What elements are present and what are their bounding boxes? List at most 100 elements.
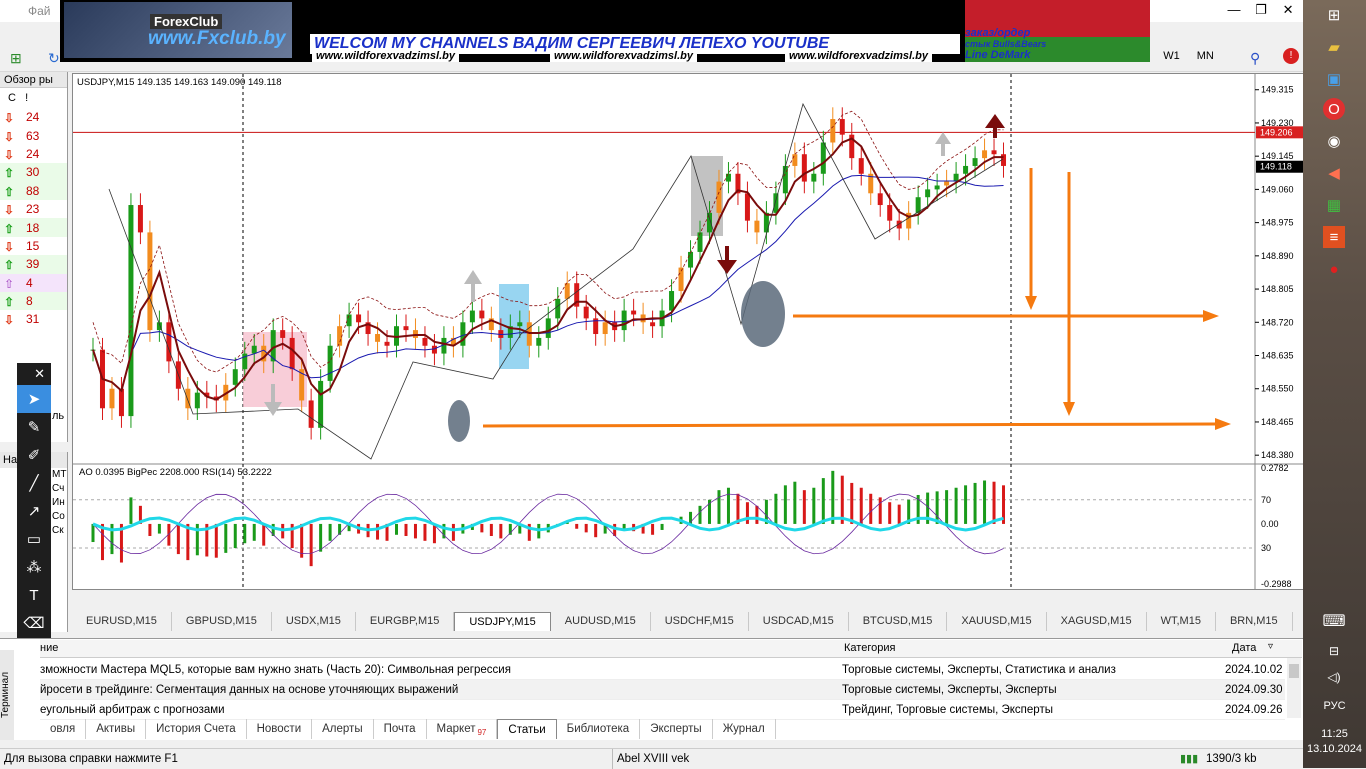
arrow-down-icon: ⇩ (4, 239, 15, 254)
scrollbar-thumb[interactable] (1289, 664, 1299, 678)
taskbar-lang[interactable]: РУС (1303, 700, 1366, 712)
chrome-icon[interactable]: ◉ (1323, 130, 1345, 152)
keyboard-icon[interactable]: ⌨ (1322, 610, 1345, 632)
taskbar-date[interactable]: 13.10.2024 (1303, 743, 1366, 755)
market-watch-row[interactable]: ⇧ 18 (0, 218, 67, 237)
market-watch-row[interactable]: ⇩ 23 (0, 200, 67, 218)
candle-body (631, 310, 637, 315)
ray-icon[interactable]: ↗ (17, 497, 51, 525)
candle-body (650, 322, 656, 327)
text-icon[interactable]: T (17, 581, 51, 609)
symbol-tab[interactable]: GBPUSD,M15 (172, 612, 272, 631)
market-watch-row[interactable]: ⇧ 8 (0, 291, 67, 311)
market-watch-row[interactable]: ⇩ 31 (0, 310, 67, 328)
taskbar-time[interactable]: 11:25 (1303, 728, 1366, 740)
candle-body (982, 150, 988, 159)
record-icon[interactable]: ● (1323, 258, 1345, 280)
notification-icon[interactable]: ! (1283, 48, 1299, 64)
symbol-tab[interactable]: EURGBP,M15 (356, 612, 455, 631)
candle-body (337, 326, 343, 346)
symbol-tab[interactable]: XAUUSD,M15 (947, 612, 1047, 631)
symbol-tab[interactable]: EURUSD,M15 (72, 612, 172, 631)
line-icon[interactable]: ╱ (17, 469, 51, 497)
volume-icon[interactable]: ◁) (1323, 666, 1345, 688)
candle-body (564, 283, 570, 299)
article-name: еугольный арбитраж с прогнозами (40, 704, 225, 716)
symbol-tab[interactable]: AUDUSD,M15 (551, 612, 651, 631)
market-watch-row[interactable]: ⇩ 15 (0, 237, 67, 255)
terminal-tab[interactable]: Библиотека (557, 719, 641, 739)
close-icon[interactable]: ✕ (17, 363, 51, 385)
price-label: 148.550 (1261, 384, 1294, 394)
symbol-tab[interactable]: XAGUSD,M15 (1047, 612, 1147, 631)
opera-icon[interactable]: O (1323, 98, 1345, 120)
symbol-tab[interactable]: USDX,M15 (272, 612, 356, 631)
store-icon[interactable]: ▣ (1323, 68, 1345, 90)
market-watch-row[interactable]: ⇧ 4 (0, 273, 67, 292)
col-name[interactable]: ние (40, 642, 58, 654)
market-watch-row[interactable]: ⇩ 63 (0, 126, 67, 144)
terminal-tab[interactable]: Маркет 97 (427, 719, 498, 739)
article-row[interactable]: зможности Мастера MQL5, которые вам нужн… (40, 660, 1285, 680)
price-chart[interactable]: 149.315 149.230 149.145 149.060 148.975 148.8… (72, 73, 1304, 604)
terminal-tab[interactable]: Статьи (497, 719, 557, 739)
terminal-tab[interactable]: Активы (86, 719, 147, 739)
symbol-tab[interactable]: BTCUSD,M15 (849, 612, 948, 631)
candle-body (232, 369, 238, 385)
windows-start-icon[interactable]: ⊞ (1323, 4, 1345, 26)
symbol-tab[interactable]: WT,M15 (1147, 612, 1216, 631)
search-icon[interactable]: ⚲ (1250, 50, 1260, 67)
shapes-icon[interactable]: ⁂ (17, 553, 51, 581)
terminal-tab[interactable]: Эксперты (640, 719, 713, 739)
market-watch-row[interactable]: ⇧ 88 (0, 181, 67, 200)
terminal-tab[interactable]: Алерты (312, 719, 374, 739)
explorer-icon[interactable]: ▰ (1323, 36, 1345, 58)
symbol-tab[interactable]: USDJPY,M15 (454, 612, 551, 631)
article-row[interactable]: йросети в трейдинге: Сегментация данных … (40, 680, 1285, 700)
symbol-tab[interactable]: USDCAD,M15 (749, 612, 849, 631)
refresh-icon[interactable]: ↻ (48, 50, 60, 67)
minimize-icon[interactable]: — (1222, 2, 1246, 17)
tf-button[interactable]: MN (1197, 50, 1214, 62)
calculator-icon[interactable]: ▦ (1323, 194, 1345, 216)
symbol-tab[interactable]: USDCHF,M15 (651, 612, 749, 631)
market-watch-row[interactable]: ⇩ 24 (0, 145, 67, 163)
close-icon[interactable]: ✕ (1276, 2, 1300, 18)
menu-file[interactable]: Фай (28, 4, 51, 18)
terminal-tab[interactable]: Новости (247, 719, 313, 739)
sort-icon[interactable]: ▿ (1268, 641, 1273, 652)
app-icon[interactable]: ≡ (1323, 226, 1345, 248)
candle-body (944, 181, 950, 186)
candle-body (697, 232, 703, 252)
ad-banner[interactable]: ForexClub www.Fxclub.by WELCOM MY CHANNE… (60, 0, 1150, 62)
network-icon[interactable]: ⊟ (1323, 640, 1345, 662)
market-watch-row[interactable]: ⇧ 39 (0, 255, 67, 274)
tf-button[interactable]: W1 (1163, 50, 1180, 62)
market-watch-value: 15 (26, 238, 40, 253)
col-date[interactable]: Дата (1232, 642, 1256, 654)
col-category[interactable]: Категория (844, 642, 895, 654)
arrow-up-icon: ⇧ (4, 221, 15, 236)
market-watch-row[interactable]: ⇧ 30 (0, 163, 67, 182)
chart-header: USDJPY,M15 149.135 149.163 149.090 149.1… (77, 77, 282, 88)
cursor-icon[interactable]: ➤ (17, 385, 51, 413)
terminal-tab-label: Активы (96, 723, 136, 735)
new-chart-icon[interactable]: ⊞ (10, 50, 22, 67)
terminal-scrollbar[interactable] (1287, 658, 1301, 718)
article-row[interactable]: еугольный арбитраж с прогнозами Трейдинг,… (40, 700, 1285, 720)
price-label: 149.145 (1261, 151, 1294, 161)
restore-icon[interactable]: ❐ (1249, 2, 1273, 18)
terminal-tab[interactable]: История Счета (146, 719, 247, 739)
terminal-tab[interactable]: Почта (374, 719, 427, 739)
symbol-tab[interactable]: BRN,M15 (1216, 612, 1293, 631)
market-watch-row[interactable]: ⇩ 24 (0, 108, 67, 126)
terminal-tab[interactable]: Журнал (713, 719, 776, 739)
speaker-icon[interactable]: ◀ (1323, 162, 1345, 184)
pencil-icon[interactable]: ✎ (17, 413, 51, 441)
terminal-tab[interactable]: овля (40, 719, 87, 739)
candle-body (431, 345, 437, 354)
marker-icon[interactable]: ✐ (17, 441, 51, 469)
eraser-icon[interactable]: ⌫ (17, 609, 51, 637)
rectangle-icon[interactable]: ▭ (17, 525, 51, 553)
chart-canvas[interactable]: 149.315149.230149.145149.060148.975148.8… (73, 74, 1304, 604)
